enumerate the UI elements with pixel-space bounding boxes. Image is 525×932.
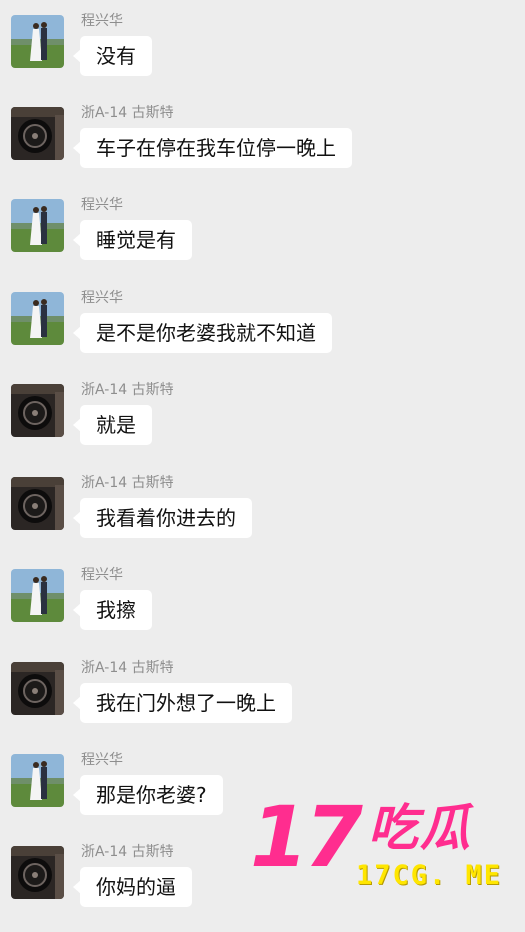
message-bubble[interactable]: 睡觉是有: [73, 220, 192, 260]
site-watermark: 17 吃瓜 17CG. ME: [250, 792, 525, 916]
dark-car-avatar[interactable]: [11, 846, 64, 899]
couple-photo-avatar[interactable]: [11, 199, 64, 252]
chat-message: 浙A-14 古斯特 我在门外想了一晚上: [0, 655, 525, 748]
message-bubble[interactable]: 就是: [73, 405, 152, 445]
message-bubble[interactable]: 我在门外想了一晚上: [73, 683, 292, 723]
dark-car-avatar[interactable]: [11, 384, 64, 437]
couple-photo-avatar[interactable]: [11, 15, 64, 68]
message-bubble[interactable]: 那是你老婆?: [73, 775, 223, 815]
sender-name: 程兴华: [81, 290, 123, 306]
couple-photo-avatar[interactable]: [11, 292, 64, 345]
couple-photo-avatar[interactable]: [11, 754, 64, 807]
watermark-brand: 吃瓜: [368, 799, 472, 857]
chat-message: 程兴华 睡觉是有: [0, 192, 525, 285]
chat-message: 浙A-14 古斯特 就是: [0, 377, 525, 470]
sender-name: 浙A-14 古斯特: [81, 105, 174, 121]
chat-message: 程兴华 没有: [0, 8, 525, 101]
watermark-number: 17: [250, 788, 363, 886]
sender-name: 程兴华: [81, 13, 123, 29]
sender-name: 程兴华: [81, 752, 123, 768]
dark-car-avatar[interactable]: [11, 477, 64, 530]
chat-message: 程兴华 我擦: [0, 562, 525, 655]
sender-name: 程兴华: [81, 567, 123, 583]
dark-car-avatar[interactable]: [11, 662, 64, 715]
message-bubble[interactable]: 我擦: [73, 590, 152, 630]
couple-photo-avatar[interactable]: [11, 569, 64, 622]
message-bubble[interactable]: 我看着你进去的: [73, 498, 252, 538]
sender-name: 程兴华: [81, 197, 123, 213]
message-bubble[interactable]: 你妈的逼: [73, 867, 192, 907]
sender-name: 浙A-14 古斯特: [81, 382, 174, 398]
sender-name: 浙A-14 古斯特: [81, 844, 174, 860]
watermark-domain: 17CG. ME: [356, 860, 503, 891]
message-bubble[interactable]: 没有: [73, 36, 152, 76]
chat-message-list[interactable]: 程兴华 没有 浙A-14 古斯特 车子在停在我车位停一晚上 程兴华 睡觉是有 程…: [0, 0, 525, 923]
dark-car-avatar[interactable]: [11, 107, 64, 160]
message-bubble[interactable]: 是不是你老婆我就不知道: [73, 313, 332, 353]
sender-name: 浙A-14 古斯特: [81, 475, 174, 491]
chat-message: 浙A-14 古斯特 车子在停在我车位停一晚上: [0, 100, 525, 193]
chat-message: 程兴华 是不是你老婆我就不知道: [0, 285, 525, 378]
message-bubble[interactable]: 车子在停在我车位停一晚上: [73, 128, 352, 168]
sender-name: 浙A-14 古斯特: [81, 660, 174, 676]
chat-message: 浙A-14 古斯特 我看着你进去的: [0, 470, 525, 563]
